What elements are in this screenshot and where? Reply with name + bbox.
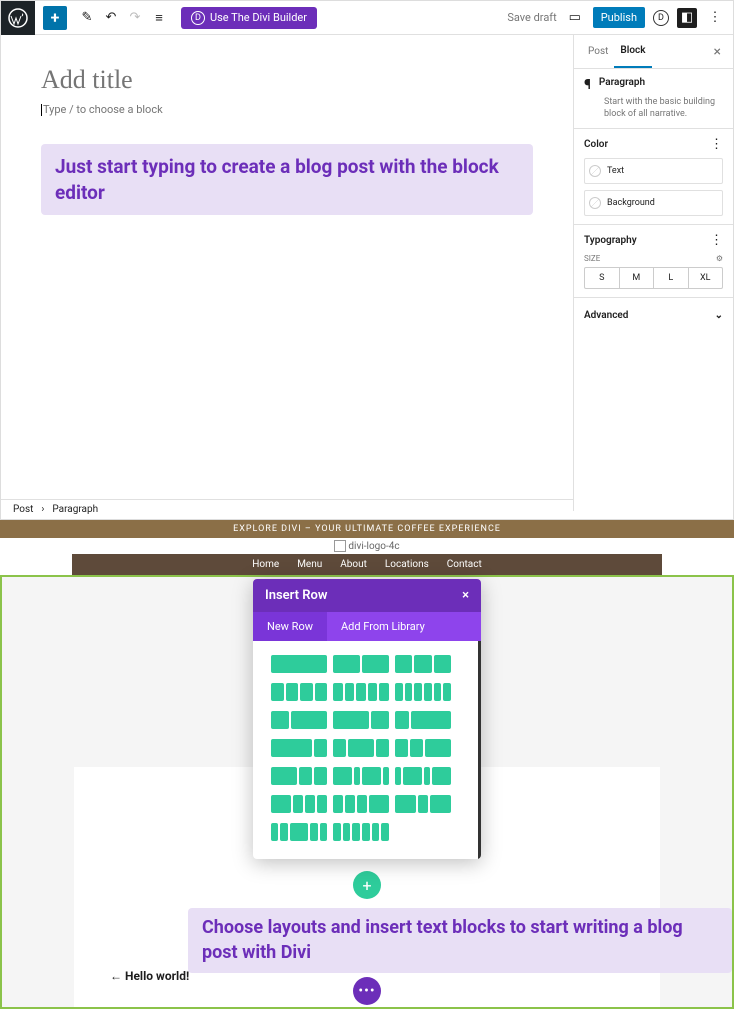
size-m[interactable]: M bbox=[620, 268, 655, 288]
chevron-down-icon[interactable]: ⌄ bbox=[715, 310, 723, 321]
wordpress-logo[interactable] bbox=[1, 1, 35, 35]
modal-title: Insert Row bbox=[265, 588, 328, 603]
undo-icon[interactable]: ↶ bbox=[99, 6, 123, 30]
block-type-desc: Start with the basic building block of a… bbox=[604, 97, 723, 120]
publish-button[interactable]: Publish bbox=[593, 7, 645, 28]
breadcrumb-paragraph[interactable]: Paragraph bbox=[52, 504, 98, 515]
layout-j[interactable] bbox=[271, 795, 327, 813]
size-l[interactable]: L bbox=[654, 268, 689, 288]
size-xl[interactable]: XL bbox=[689, 268, 723, 288]
typography-options-icon[interactable]: ⋮ bbox=[710, 233, 723, 248]
layout-c[interactable] bbox=[395, 711, 451, 729]
layout-e[interactable] bbox=[333, 739, 389, 757]
divi-button-label: Use The Divi Builder bbox=[210, 11, 307, 24]
layout-g[interactable] bbox=[271, 767, 327, 785]
annotation-block-editor: Just start typing to create a blog post … bbox=[41, 144, 533, 215]
divi-settings-icon[interactable]: D bbox=[653, 10, 669, 26]
settings-sidebar: Post Block × ¶ Paragraph Start with the … bbox=[573, 35, 733, 511]
background-color-swatch bbox=[589, 197, 601, 209]
layout-1col[interactable] bbox=[271, 655, 327, 673]
layout-5col[interactable] bbox=[333, 683, 389, 701]
nav-locations[interactable]: Locations bbox=[385, 559, 429, 570]
text-color-label: Text bbox=[607, 166, 624, 176]
annotation-divi: Choose layouts and insert text blocks to… bbox=[188, 908, 732, 973]
size-s[interactable]: S bbox=[585, 268, 620, 288]
layout-4col[interactable] bbox=[271, 683, 327, 701]
site-banner: EXPLORE DIVI – YOUR ULTIMATE COFFEE EXPE… bbox=[0, 520, 734, 538]
close-modal-icon[interactable]: × bbox=[462, 588, 469, 603]
layout-i[interactable] bbox=[395, 767, 451, 785]
size-settings-icon[interactable]: ⚙ bbox=[716, 254, 723, 263]
divi-page-settings-button[interactable]: ••• bbox=[353, 977, 381, 1005]
layout-6col[interactable] bbox=[395, 683, 451, 701]
tab-add-from-library[interactable]: Add From Library bbox=[327, 612, 439, 641]
add-section-button[interactable]: + bbox=[353, 871, 381, 899]
breadcrumb-post[interactable]: Post bbox=[13, 504, 33, 515]
divi-builder-screenshot: EXPLORE DIVI – YOUR ULTIMATE COFFEE EXPE… bbox=[0, 520, 734, 1009]
options-icon[interactable]: ⋮ bbox=[705, 8, 725, 28]
broken-image-icon bbox=[334, 540, 346, 552]
editor-toolbar: + ✎ ↶ ↷ ≡ D Use The Divi Builder Save dr… bbox=[1, 1, 733, 35]
block-type-title: Paragraph bbox=[599, 77, 645, 88]
site-logo-row: divi-logo-4c bbox=[0, 538, 734, 554]
layout-b[interactable] bbox=[333, 711, 389, 729]
post-title-input[interactable]: Add title bbox=[41, 65, 533, 95]
logo-alt-text: divi-logo-4c bbox=[348, 541, 399, 552]
layout-f[interactable] bbox=[395, 739, 451, 757]
tab-block[interactable]: Block bbox=[614, 35, 651, 68]
breadcrumb-separator: › bbox=[41, 504, 44, 515]
text-color-swatch bbox=[589, 165, 601, 177]
layout-l[interactable] bbox=[395, 795, 451, 813]
divi-icon: D bbox=[191, 11, 205, 25]
nav-about[interactable]: About bbox=[340, 559, 367, 570]
edit-icon[interactable]: ✎ bbox=[75, 6, 99, 30]
size-label: SIZE bbox=[584, 254, 600, 263]
redo-icon[interactable]: ↷ bbox=[123, 6, 147, 30]
details-icon[interactable]: ≡ bbox=[147, 6, 171, 30]
wordpress-editor-screenshot: + ✎ ↶ ↷ ≡ D Use The Divi Builder Save dr… bbox=[0, 0, 734, 520]
editor-canvas[interactable]: Add title Type / to choose a block Just … bbox=[1, 35, 573, 511]
insert-row-modal: Insert Row × New Row Add From Library bbox=[253, 579, 481, 859]
nav-contact[interactable]: Contact bbox=[447, 559, 482, 570]
color-options-icon[interactable]: ⋮ bbox=[710, 137, 723, 152]
layout-d[interactable] bbox=[271, 739, 327, 757]
block-type-hint[interactable]: Type / to choose a block bbox=[41, 103, 533, 116]
nav-menu[interactable]: Menu bbox=[297, 559, 322, 570]
advanced-section-title[interactable]: Advanced bbox=[584, 310, 628, 321]
row-layouts-grid bbox=[253, 641, 481, 859]
layout-3col[interactable] bbox=[395, 655, 451, 673]
preview-icon[interactable]: ▭ bbox=[565, 8, 585, 28]
divi-section[interactable]: Insert Row × New Row Add From Library bbox=[0, 575, 734, 1009]
add-block-button[interactable]: + bbox=[43, 6, 67, 30]
size-button-group: S M L XL bbox=[584, 267, 723, 289]
layout-m[interactable] bbox=[271, 823, 327, 841]
save-draft-button[interactable]: Save draft bbox=[507, 11, 556, 24]
layout-h[interactable] bbox=[333, 767, 389, 785]
tab-new-row[interactable]: New Row bbox=[253, 612, 327, 641]
paragraph-icon: ¶ bbox=[584, 77, 591, 93]
color-section-title: Color bbox=[584, 139, 608, 150]
tab-post[interactable]: Post bbox=[582, 36, 614, 67]
close-sidebar-icon[interactable]: × bbox=[710, 40, 725, 64]
use-divi-builder-button[interactable]: D Use The Divi Builder bbox=[181, 7, 317, 29]
layout-2col[interactable] bbox=[333, 655, 389, 673]
background-color-label: Background bbox=[607, 198, 655, 208]
text-color-control[interactable]: Text bbox=[584, 158, 723, 184]
typography-section-title: Typography bbox=[584, 235, 637, 246]
background-color-control[interactable]: Background bbox=[584, 190, 723, 216]
layout-a[interactable] bbox=[271, 711, 327, 729]
breadcrumb: Post › Paragraph bbox=[1, 499, 573, 519]
layout-n[interactable] bbox=[333, 823, 389, 841]
previous-post-link[interactable]: ← Hello world! bbox=[110, 969, 189, 983]
layout-k[interactable] bbox=[333, 795, 389, 813]
sidebar-toggle-icon[interactable]: ◧ bbox=[677, 8, 697, 28]
nav-home[interactable]: Home bbox=[252, 559, 279, 570]
site-nav: Home Menu About Locations Contact bbox=[72, 554, 662, 575]
